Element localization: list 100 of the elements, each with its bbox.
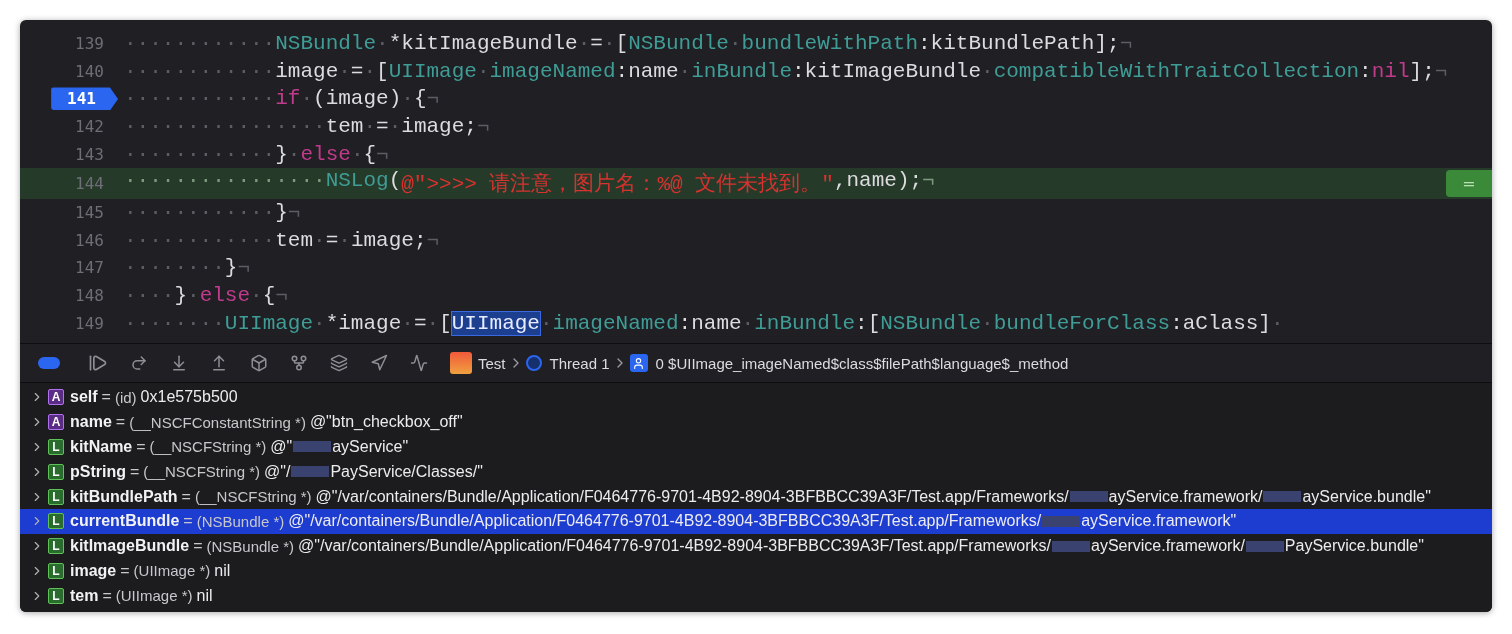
breakpoint-marker[interactable]: 141 bbox=[51, 87, 118, 111]
whitespace-dots: · bbox=[426, 311, 440, 335]
whitespace-dots: · bbox=[981, 59, 994, 83]
line-number: 145 bbox=[75, 203, 104, 223]
code-text: { bbox=[413, 87, 427, 111]
code-text: :aClass] bbox=[1170, 311, 1271, 335]
whitespace-dots: · bbox=[476, 59, 490, 83]
code-identifier: UIImage bbox=[388, 59, 477, 83]
whitespace-dots: · bbox=[363, 59, 377, 83]
code-text: } bbox=[275, 142, 288, 166]
whitespace-dots: ············ bbox=[124, 201, 276, 225]
code-text: = bbox=[413, 311, 427, 335]
code-text: { bbox=[262, 284, 276, 308]
code-text: ]; bbox=[1409, 59, 1435, 83]
equals-sign: = bbox=[102, 586, 112, 605]
scope-badge: L bbox=[48, 587, 64, 604]
whitespace-dots: · bbox=[338, 228, 351, 252]
code-text: ( bbox=[388, 169, 402, 193]
whitespace-dots: · bbox=[338, 59, 351, 83]
line-end-mark: ¬ bbox=[237, 256, 251, 280]
code-identifier: UIImage bbox=[224, 311, 314, 335]
whitespace-dots: ············ bbox=[124, 32, 276, 56]
whitespace-dots: · bbox=[363, 115, 377, 139]
breadcrumb-item[interactable]: Test bbox=[478, 354, 506, 372]
code-identifier: NSBundle bbox=[880, 311, 982, 335]
code-text: = bbox=[350, 59, 364, 83]
whitespace-dots: ············ bbox=[124, 87, 276, 111]
code-text: } bbox=[224, 256, 238, 280]
whitespace-dots: ············ bbox=[124, 142, 276, 166]
code-identifier: bundleWithPath bbox=[741, 32, 918, 56]
scope-badge: L bbox=[48, 488, 64, 505]
line-number: 143 bbox=[75, 144, 104, 164]
variable-type: (__NSCFString *) bbox=[143, 463, 261, 481]
code-text: [ bbox=[376, 59, 389, 83]
line-end-mark: ¬ bbox=[1434, 59, 1448, 83]
variable-name: kitBundlePath bbox=[70, 487, 178, 506]
equals-sign: = bbox=[193, 537, 203, 556]
whitespace-dots: · bbox=[313, 311, 326, 335]
selected-variable-row[interactable]: L currentBundle = (NSBundle *) @"/var/containers/Bundle/Application/F0464776-9701-4B92-8904-3BFBBCC39A3F/Test.app/Frameworks/ ayService.framework" bbox=[20, 509, 1492, 534]
variable-value: @"/ bbox=[264, 462, 291, 481]
breadcrumb-item[interactable]: Thread 1 bbox=[549, 354, 610, 372]
equals-sign: = bbox=[120, 561, 130, 580]
variable-value: @"/var/containers/Bundle/Application/F0464776-9701-4B92-8904-3BFBBCC39A3F/Test.app/Frameworks/ bbox=[298, 537, 1051, 556]
variable-type: (UIImage *) bbox=[115, 587, 193, 605]
whitespace-dots: ················ bbox=[124, 169, 326, 195]
whitespace-dots: · bbox=[401, 87, 414, 111]
variable-name: pString bbox=[70, 462, 126, 481]
line-number: 149 bbox=[75, 313, 104, 333]
code-text: = bbox=[590, 32, 603, 56]
code-keyword: else bbox=[300, 142, 351, 166]
scope-badge: L bbox=[48, 513, 64, 530]
variable-value: @" bbox=[270, 438, 293, 456]
variable-name: kitName bbox=[70, 438, 133, 456]
scope-badge: L bbox=[48, 538, 64, 555]
code-identifier: imageNamed bbox=[552, 311, 679, 335]
variable-value: @"/var/containers/Bundle/Application/F0464776-9701-4B92-8904-3BFBBCC39A3F/Test.app/Frameworks/ bbox=[288, 512, 1042, 531]
variable-type: (UIImage *) bbox=[133, 562, 211, 580]
code-text: :kitImageBundle bbox=[792, 59, 982, 83]
code-text: (image) bbox=[313, 87, 402, 111]
variable-type: (id) bbox=[114, 388, 137, 406]
whitespace-dots: · bbox=[300, 87, 314, 111]
code-identifier: NSBundle bbox=[275, 32, 377, 56]
line-end-mark: · bbox=[1270, 311, 1284, 335]
line-end-mark: ¬ bbox=[1119, 32, 1133, 56]
whitespace-dots: · bbox=[981, 311, 994, 335]
line-end-mark: ¬ bbox=[275, 284, 288, 308]
whitespace-dots: · bbox=[728, 32, 742, 56]
variable-value: @"/var/containers/Bundle/Application/F0464776-9701-4B92-8904-3BFBBCC39A3F/Test.app/Frameworks/ bbox=[315, 487, 1069, 506]
breadcrumb-item[interactable]: 0 $UIImage_imageNamed$class$filePath$language$_method bbox=[655, 354, 1069, 372]
variable-value: PayService/Classes/" bbox=[330, 462, 483, 481]
line-end-mark: ¬ bbox=[426, 228, 440, 252]
equals-sign: = bbox=[115, 413, 126, 432]
variable-value: nil bbox=[214, 561, 231, 580]
code-text: ,name); bbox=[833, 169, 923, 195]
code-identifier: inBundle bbox=[754, 311, 856, 335]
variable-name: kitImageBundle bbox=[70, 537, 190, 556]
whitespace-dots: · bbox=[287, 142, 301, 166]
variable-value: ayService.framework" bbox=[1081, 512, 1237, 531]
whitespace-dots: ············ bbox=[124, 59, 276, 83]
line-number: 144 bbox=[75, 173, 104, 193]
code-identifier: NSLog bbox=[325, 169, 389, 195]
whitespace-dots: · bbox=[187, 284, 200, 308]
code-text: = bbox=[376, 115, 389, 139]
scope-badge: L bbox=[48, 463, 64, 480]
line-end-mark: ¬ bbox=[476, 115, 490, 139]
whitespace-dots: · bbox=[678, 59, 692, 83]
line-end-mark: ¬ bbox=[287, 201, 301, 225]
whitespace-dots: · bbox=[388, 115, 402, 139]
whitespace-dots: · bbox=[350, 142, 364, 166]
variable-value: ayService.framework/ bbox=[1091, 537, 1245, 556]
code-text: tem bbox=[325, 115, 364, 139]
code-text: :[ bbox=[855, 311, 881, 335]
variable-value: 0x1e575b500 bbox=[140, 388, 238, 407]
code-text: image; bbox=[350, 228, 427, 252]
code-text: :kitBundlePath]; bbox=[918, 32, 1120, 56]
code-keyword: if bbox=[275, 87, 301, 111]
code-text: :name bbox=[678, 311, 742, 335]
line-number: 147 bbox=[75, 258, 104, 278]
variable-type: (__NSCFString *) bbox=[194, 488, 312, 506]
whitespace-dots: · bbox=[250, 284, 263, 308]
